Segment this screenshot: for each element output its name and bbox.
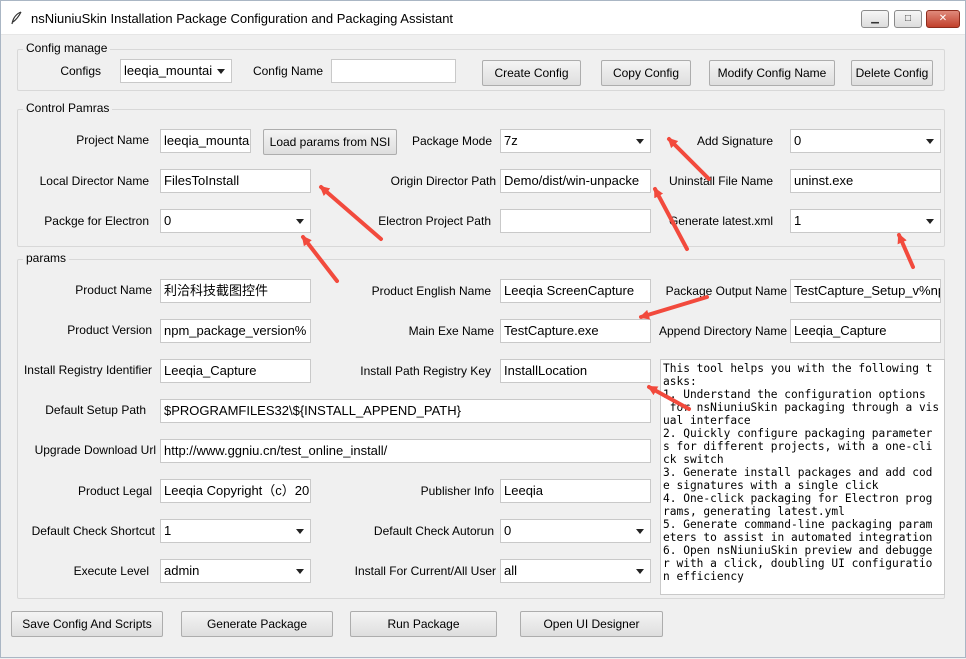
add-signature-value: 0 — [794, 133, 802, 148]
local-director-input[interactable]: FilesToInstall — [160, 169, 311, 193]
modify-config-name-button[interactable]: Modify Config Name — [709, 60, 835, 86]
install-registry-identifier-label: Install Registry Identifier — [23, 363, 152, 377]
help-info-textarea[interactable]: This tool helps you with the following t… — [660, 359, 945, 595]
config-name-input[interactable] — [331, 59, 456, 83]
uninstall-file-input[interactable]: uninst.exe — [790, 169, 941, 193]
product-version-label: Product Version — [67, 323, 152, 337]
configs-combo[interactable]: leeqia_mountai — [120, 59, 232, 83]
add-signature-combo[interactable]: 0 — [790, 129, 941, 153]
maximize-button[interactable]: □ — [894, 10, 922, 28]
append-directory-name-label: Append Directory Name — [658, 324, 787, 338]
default-check-shortcut-label: Default Check Shortcut — [31, 524, 155, 538]
chevron-down-icon — [926, 219, 934, 224]
chevron-down-icon — [296, 569, 304, 574]
chevron-down-icon — [296, 219, 304, 224]
chevron-down-icon — [217, 69, 225, 74]
window-title: nsNiuniuSkin Installation Package Config… — [31, 11, 454, 26]
product-version-input[interactable]: npm_package_version% — [160, 319, 311, 343]
chevron-down-icon — [636, 529, 644, 534]
electron-label: Packge for Electron — [44, 214, 149, 228]
execute-level-combo[interactable]: admin — [160, 559, 311, 583]
open-ui-designer-button[interactable]: Open UI Designer — [520, 611, 663, 637]
install-for-user-combo[interactable]: all — [500, 559, 651, 583]
app-window: nsNiuniuSkin Installation Package Config… — [0, 0, 966, 658]
install-for-user-value: all — [504, 563, 518, 578]
default-check-shortcut-combo[interactable]: 1 — [160, 519, 311, 543]
main-exe-name-input[interactable]: TestCapture.exe — [500, 319, 651, 343]
chevron-down-icon — [636, 569, 644, 574]
package-output-name-input[interactable]: TestCapture_Setup_v%np — [790, 279, 941, 303]
publisher-info-input[interactable]: Leeqia — [500, 479, 651, 503]
install-registry-identifier-input[interactable]: Leeqia_Capture — [160, 359, 311, 383]
chevron-down-icon — [926, 139, 934, 144]
install-for-user-label: Install For Current/All User — [354, 564, 496, 578]
electron-path-label: Electron Project Path — [378, 214, 491, 228]
generate-latest-label: Generate latest.xml — [668, 214, 773, 228]
default-check-autorun-combo[interactable]: 0 — [500, 519, 651, 543]
feather-icon — [11, 11, 22, 25]
default-setup-path-label: Default Setup Path — [45, 403, 146, 417]
upgrade-download-url-label: Upgrade Download Url — [34, 443, 156, 457]
uninstall-file-label: Uninstall File Name — [668, 174, 773, 188]
install-path-registry-key-input[interactable]: InstallLocation — [500, 359, 651, 383]
product-legal-input[interactable]: Leeqia Copyright（c）20 — [160, 479, 311, 503]
project-name-input[interactable]: leeqia_mounta — [160, 129, 251, 153]
chevron-down-icon — [296, 529, 304, 534]
project-name-label: Project Name — [76, 133, 149, 147]
electron-path-input[interactable] — [500, 209, 651, 233]
install-path-registry-key-label: Install Path Registry Key — [360, 364, 491, 378]
electron-value: 0 — [164, 213, 172, 228]
copy-config-button[interactable]: Copy Config — [601, 60, 691, 86]
execute-level-value: admin — [164, 563, 200, 578]
package-output-name-label: Package Output Name — [665, 284, 787, 298]
control-params-group-label: Control Pamras — [23, 101, 113, 115]
load-params-button[interactable]: Load params from NSI — [263, 129, 397, 155]
execute-level-label: Execute Level — [73, 564, 149, 578]
local-director-label: Local Director Name — [39, 174, 149, 188]
minimize-button[interactable]: ▁ — [861, 10, 889, 28]
add-signature-label: Add Signature — [696, 134, 773, 148]
package-mode-value: 7z — [504, 133, 518, 148]
product-name-input[interactable]: 利洽科技截图控件 — [160, 279, 311, 303]
upgrade-download-url-input[interactable]: http://www.ggniu.cn/test_online_install/ — [160, 439, 651, 463]
config-manage-group-label: Config manage — [23, 41, 111, 55]
electron-combo[interactable]: 0 — [160, 209, 311, 233]
chevron-down-icon — [636, 139, 644, 144]
create-config-button[interactable]: Create Config — [482, 60, 581, 86]
default-setup-path-input[interactable]: $PROGRAMFILES32\${INSTALL_APPEND_PATH} — [160, 399, 651, 423]
title-bar: nsNiuniuSkin Installation Package Config… — [1, 1, 965, 35]
run-package-button[interactable]: Run Package — [350, 611, 497, 637]
default-check-autorun-label: Default Check Autorun — [373, 524, 494, 538]
product-name-label: Product Name — [75, 283, 152, 297]
main-exe-name-label: Main Exe Name — [408, 324, 494, 338]
configs-value: leeqia_mountai — [124, 63, 213, 78]
configs-label: Configs — [60, 64, 101, 78]
origin-director-input[interactable]: Demo/dist/win-unpacke — [500, 169, 651, 193]
delete-config-button[interactable]: Delete Config — [851, 60, 933, 86]
package-mode-label: Package Mode — [411, 134, 492, 148]
publisher-info-label: Publisher Info — [420, 484, 494, 498]
close-button[interactable]: ✕ — [926, 10, 960, 28]
product-english-name-label: Product English Name — [371, 284, 491, 298]
config-name-label: Config Name — [252, 64, 323, 78]
default-check-autorun-value: 0 — [504, 523, 512, 538]
params-group-label: params — [23, 251, 70, 265]
append-directory-name-input[interactable]: Leeqia_Capture — [790, 319, 941, 343]
origin-director-label: Origin Director Path — [390, 174, 496, 188]
generate-package-button[interactable]: Generate Package — [181, 611, 333, 637]
save-config-button[interactable]: Save Config And Scripts — [11, 611, 163, 637]
generate-latest-combo[interactable]: 1 — [790, 209, 941, 233]
package-mode-combo[interactable]: 7z — [500, 129, 651, 153]
generate-latest-value: 1 — [794, 213, 802, 228]
default-check-shortcut-value: 1 — [164, 523, 172, 538]
product-legal-label: Product Legal — [77, 484, 152, 498]
product-english-name-input[interactable]: Leeqia ScreenCapture — [500, 279, 651, 303]
